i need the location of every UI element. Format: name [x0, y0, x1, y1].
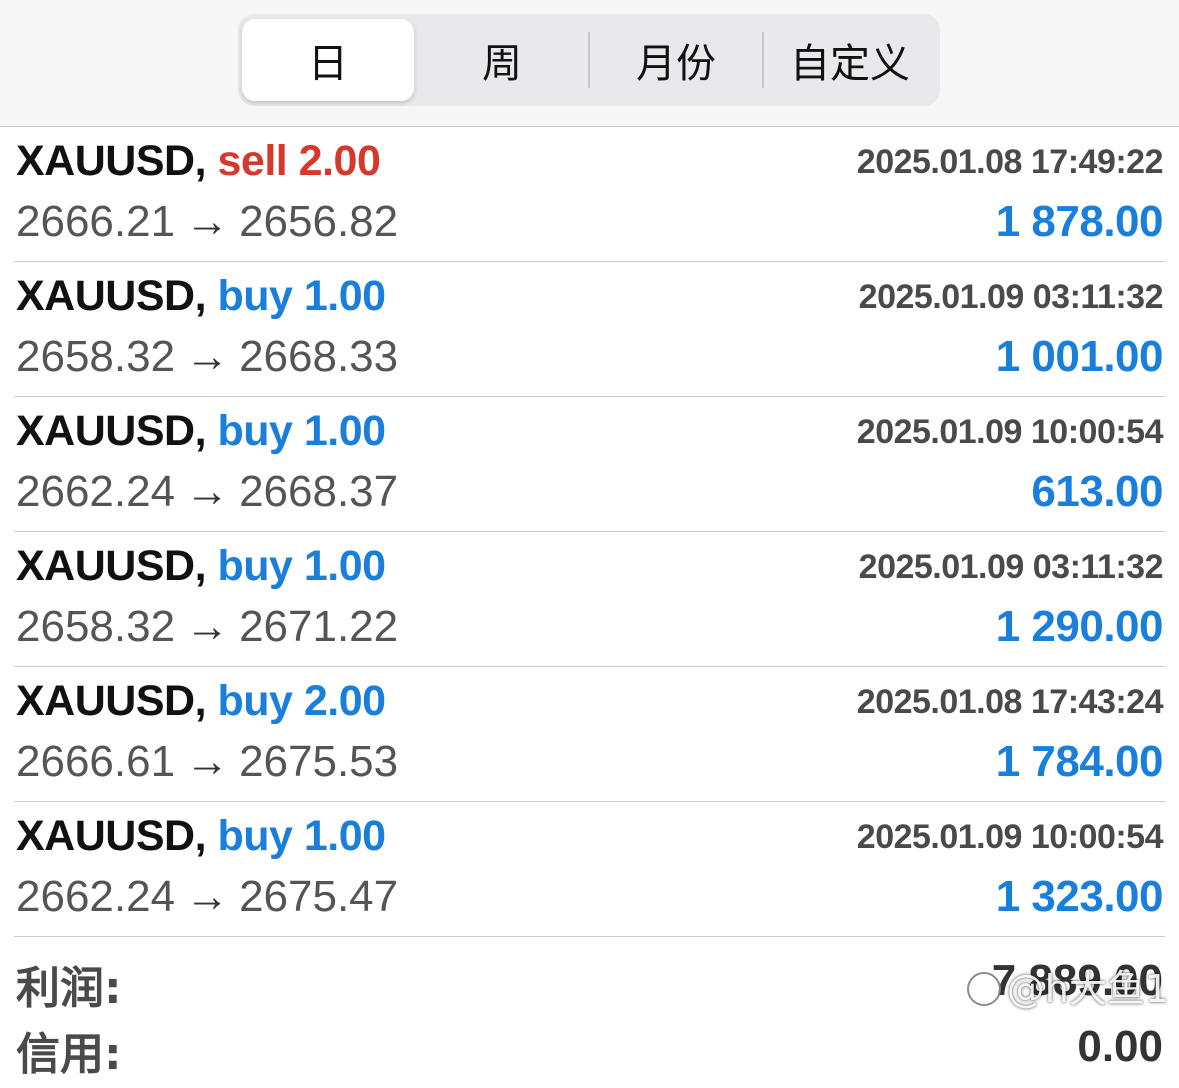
- open-price: 2658.32: [16, 332, 176, 381]
- trade-volume: 1.00: [303, 272, 386, 320]
- trade-time: 2025.01.09 03:11:32: [858, 278, 1164, 316]
- trade-prices: 2662.24 → 2668.37: [16, 467, 398, 517]
- close-price: 2671.22: [239, 602, 399, 651]
- trade-volume: 1.00: [303, 542, 386, 590]
- trade-title: XAUUSD, sell 2.00: [16, 137, 381, 186]
- close-price: 2675.47: [239, 872, 399, 921]
- trade-prices: 2658.32 → 2671.22: [16, 602, 398, 652]
- trade-prices: 2658.32 → 2668.33: [16, 332, 398, 382]
- summary-credit-label: 信用:: [16, 1029, 122, 1080]
- trade-time: 2025.01.08 17:49:22: [856, 143, 1164, 181]
- close-price: 2675.53: [239, 737, 399, 786]
- trade-time: 2025.01.08 17:43:24: [856, 683, 1164, 721]
- trade-profit: 613.00: [1031, 467, 1163, 516]
- trade-volume: 2.00: [303, 677, 386, 725]
- open-price: 2658.32: [16, 602, 176, 651]
- tab-week[interactable]: 周: [416, 19, 588, 101]
- close-price: 2668.33: [239, 332, 399, 381]
- trade-profit: 1 001.00: [995, 332, 1164, 381]
- trade-side: buy: [217, 272, 293, 320]
- trade-history-list: XAUUSD, sell 2.00 2025.01.08 17:49:22 26…: [0, 127, 1179, 937]
- trade-symbol: XAUUSD,: [16, 812, 207, 860]
- tab-month[interactable]: 月份: [590, 19, 762, 101]
- trade-profit: 1 290.00: [995, 602, 1164, 651]
- trade-profit: 1 784.00: [995, 737, 1164, 786]
- trade-row[interactable]: XAUUSD, buy 1.00 2025.01.09 03:11:32 265…: [14, 262, 1165, 397]
- trade-profit: 1 323.00: [995, 872, 1164, 921]
- trade-title: XAUUSD, buy 2.00: [16, 677, 386, 726]
- trade-side: buy: [217, 407, 293, 455]
- trade-title: XAUUSD, buy 1.00: [16, 407, 386, 456]
- watermark-text: @h大鱼1: [1006, 967, 1169, 1011]
- trade-volume: 1.00: [303, 812, 386, 860]
- trade-side: buy: [217, 542, 293, 590]
- watermark: @h大鱼1: [966, 958, 1169, 1013]
- trade-time: 2025.01.09 03:11:32: [858, 548, 1164, 586]
- trade-symbol: XAUUSD,: [16, 677, 207, 725]
- trade-symbol: XAUUSD,: [16, 272, 207, 320]
- summary-profit-label: 利润:: [16, 963, 122, 1014]
- watermark-logo-icon: [966, 972, 1001, 1006]
- trade-row[interactable]: XAUUSD, sell 2.00 2025.01.08 17:49:22 26…: [14, 127, 1165, 262]
- trade-side: sell: [217, 137, 288, 185]
- trade-row[interactable]: XAUUSD, buy 1.00 2025.01.09 10:00:54 266…: [14, 397, 1165, 532]
- trade-title: XAUUSD, buy 1.00: [16, 812, 386, 861]
- trade-symbol: XAUUSD,: [16, 542, 207, 590]
- arrow-right-icon: →: [185, 602, 230, 651]
- trade-prices: 2666.21 → 2656.82: [16, 197, 398, 247]
- trade-prices: 2666.61 → 2675.53: [16, 737, 398, 787]
- open-price: 2666.61: [16, 737, 176, 786]
- trade-row[interactable]: XAUUSD, buy 1.00 2025.01.09 10:00:54 266…: [14, 802, 1165, 937]
- trade-volume: 2.00: [298, 137, 381, 185]
- trade-profit: 1 878.00: [995, 197, 1164, 246]
- summary-credit-row: 信用: 0.00: [14, 1018, 1165, 1088]
- trade-prices: 2662.24 → 2675.47: [16, 872, 398, 922]
- trade-row[interactable]: XAUUSD, buy 2.00 2025.01.08 17:43:24 266…: [14, 667, 1165, 802]
- period-header: 日 周 月份 自定义: [0, 0, 1179, 127]
- arrow-right-icon: →: [185, 332, 230, 381]
- summary-credit-value: 0.00: [1077, 1022, 1163, 1071]
- tab-custom[interactable]: 自定义: [764, 19, 936, 101]
- open-price: 2666.21: [16, 197, 176, 246]
- trade-title: XAUUSD, buy 1.00: [16, 542, 386, 591]
- trade-side: buy: [217, 812, 293, 860]
- arrow-right-icon: →: [185, 467, 230, 516]
- trade-time: 2025.01.09 10:00:54: [856, 818, 1164, 856]
- arrow-right-icon: →: [185, 737, 230, 786]
- trade-row[interactable]: XAUUSD, buy 1.00 2025.01.09 03:11:32 265…: [14, 532, 1165, 667]
- trade-side: buy: [217, 677, 293, 725]
- arrow-right-icon: →: [185, 197, 230, 246]
- trade-symbol: XAUUSD,: [16, 407, 207, 455]
- trade-time: 2025.01.09 10:00:54: [856, 413, 1164, 451]
- close-price: 2656.82: [239, 197, 399, 246]
- period-segmented-control: 日 周 月份 自定义: [238, 14, 940, 106]
- open-price: 2662.24: [16, 872, 176, 921]
- trade-symbol: XAUUSD,: [16, 137, 207, 185]
- arrow-right-icon: →: [185, 872, 230, 921]
- trade-title: XAUUSD, buy 1.00: [16, 272, 386, 321]
- trade-volume: 1.00: [303, 407, 386, 455]
- tab-day[interactable]: 日: [242, 19, 414, 101]
- close-price: 2668.37: [239, 467, 399, 516]
- open-price: 2662.24: [16, 467, 176, 516]
